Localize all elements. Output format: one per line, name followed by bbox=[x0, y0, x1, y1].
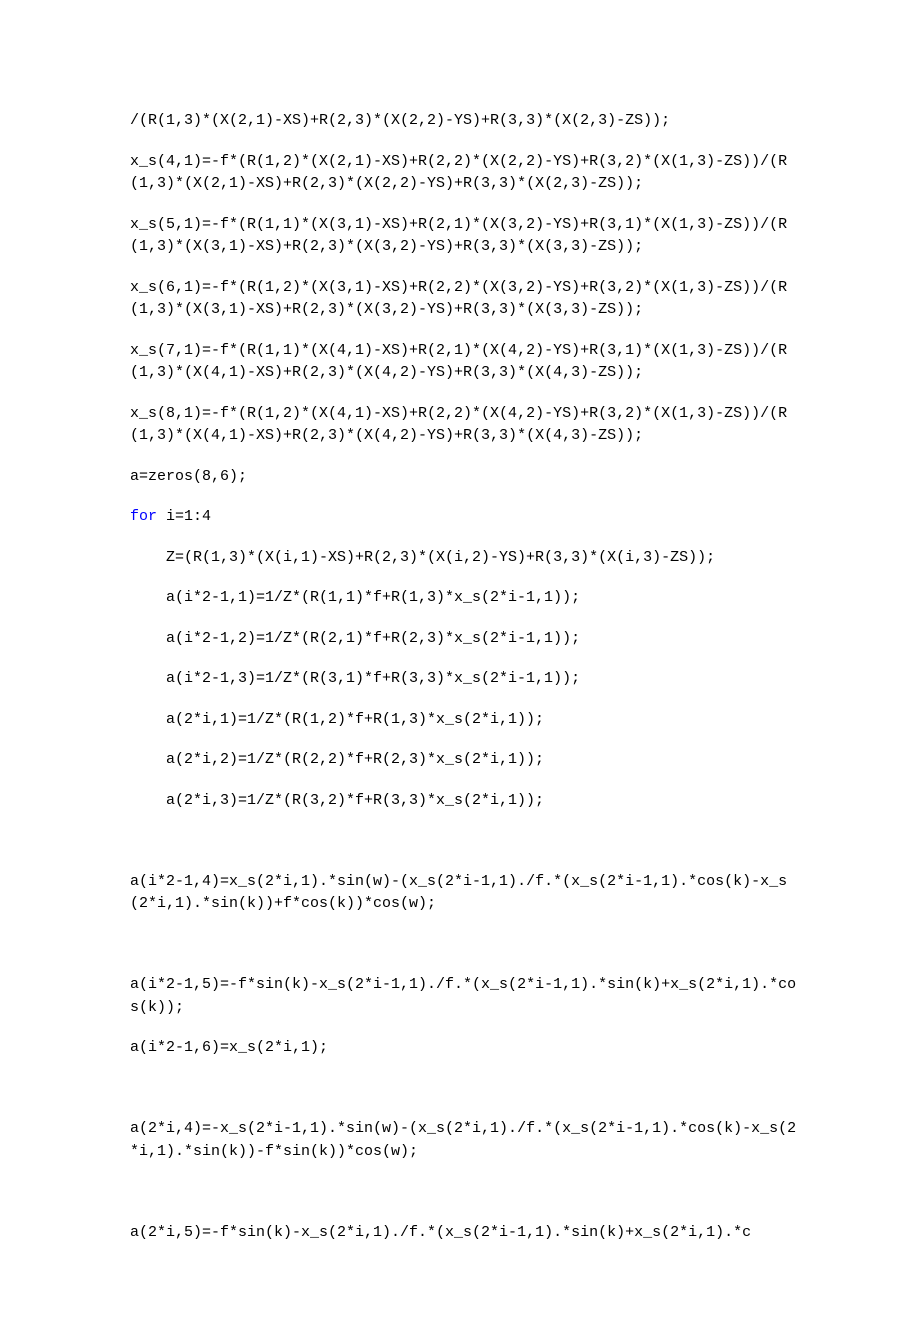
code-block: /(R(1,3)*(X(2,1)-XS)+R(2,3)*(X(2,2)-YS)+… bbox=[130, 110, 800, 1244]
code-line: x_s(4,1)=-f*(R(1,2)*(X(2,1)-XS)+R(2,2)*(… bbox=[130, 151, 800, 196]
code-line: a(i*2-1,5)=-f*sin(k)-x_s(2*i-1,1)./f.*(x… bbox=[130, 974, 800, 1019]
code-line bbox=[130, 934, 800, 957]
code-line: a(2*i,4)=-x_s(2*i-1,1).*sin(w)-(x_s(2*i,… bbox=[130, 1118, 800, 1163]
code-line: x_s(7,1)=-f*(R(1,1)*(X(4,1)-XS)+R(2,1)*(… bbox=[130, 340, 800, 385]
code-line bbox=[130, 1181, 800, 1204]
code-line: a(i*2-1,3)=1/Z*(R(3,1)*f+R(3,3)*x_s(2*i-… bbox=[130, 668, 800, 691]
code-line: a(2*i,2)=1/Z*(R(2,2)*f+R(2,3)*x_s(2*i,1)… bbox=[130, 749, 800, 772]
code-line: a(i*2-1,2)=1/Z*(R(2,1)*f+R(2,3)*x_s(2*i-… bbox=[130, 628, 800, 651]
code-line: /(R(1,3)*(X(2,1)-XS)+R(2,3)*(X(2,2)-YS)+… bbox=[130, 110, 800, 133]
code-line: Z=(R(1,3)*(X(i,1)-XS)+R(2,3)*(X(i,2)-YS)… bbox=[130, 547, 800, 570]
code-line: x_s(5,1)=-f*(R(1,1)*(X(3,1)-XS)+R(2,1)*(… bbox=[130, 214, 800, 259]
code-line: a(i*2-1,1)=1/Z*(R(1,1)*f+R(1,3)*x_s(2*i-… bbox=[130, 587, 800, 610]
code-line: for i=1:4 bbox=[130, 506, 800, 529]
code-page: /(R(1,3)*(X(2,1)-XS)+R(2,3)*(X(2,2)-YS)+… bbox=[0, 0, 920, 1322]
code-line: x_s(8,1)=-f*(R(1,2)*(X(4,1)-XS)+R(2,2)*(… bbox=[130, 403, 800, 448]
code-line: a(i*2-1,4)=x_s(2*i,1).*sin(w)-(x_s(2*i-1… bbox=[130, 871, 800, 916]
code-line bbox=[130, 1078, 800, 1101]
code-line: a(i*2-1,6)=x_s(2*i,1); bbox=[130, 1037, 800, 1060]
code-line: a(2*i,1)=1/Z*(R(1,2)*f+R(1,3)*x_s(2*i,1)… bbox=[130, 709, 800, 732]
code-line: a=zeros(8,6); bbox=[130, 466, 800, 489]
code-line: a(2*i,5)=-f*sin(k)-x_s(2*i,1)./f.*(x_s(2… bbox=[130, 1222, 800, 1245]
code-line bbox=[130, 830, 800, 853]
code-line: x_s(6,1)=-f*(R(1,2)*(X(3,1)-XS)+R(2,2)*(… bbox=[130, 277, 800, 322]
code-line: a(2*i,3)=1/Z*(R(3,2)*f+R(3,3)*x_s(2*i,1)… bbox=[130, 790, 800, 813]
